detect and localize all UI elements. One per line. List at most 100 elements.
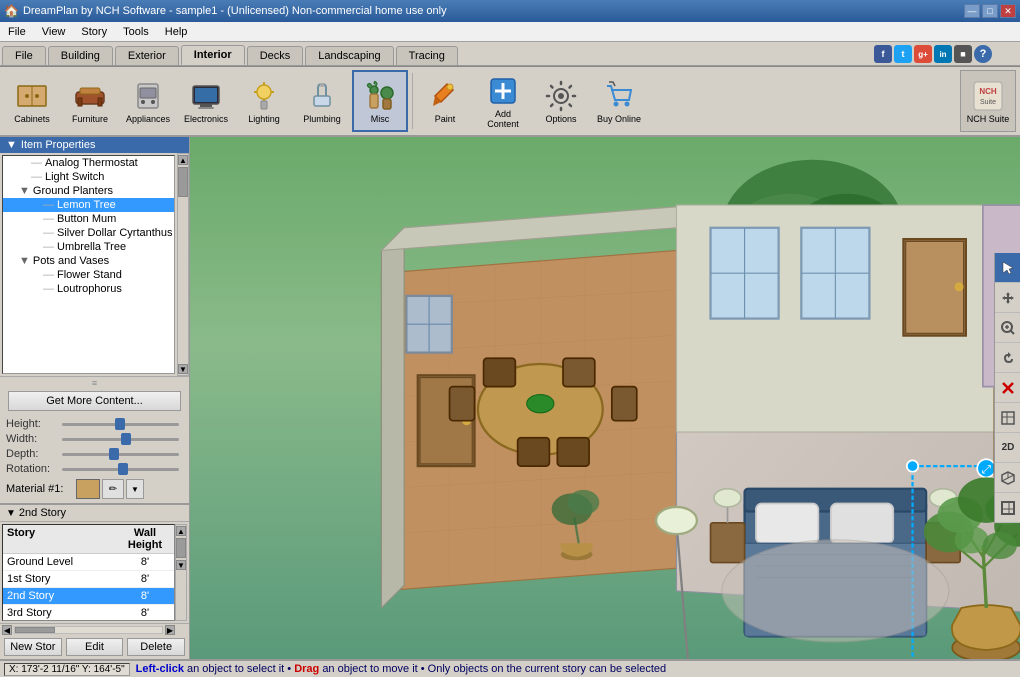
- tree-group-ground-planters[interactable]: ▼ Ground Planters: [3, 184, 174, 198]
- linkedin-button[interactable]: in: [934, 45, 952, 63]
- tree-item-umbrella-tree[interactable]: — Umbrella Tree: [3, 240, 174, 254]
- tree-item-flower-stand[interactable]: — Flower Stand: [3, 268, 174, 282]
- menu-story[interactable]: Story: [73, 22, 115, 42]
- rotation-thumb[interactable]: [118, 463, 128, 475]
- paint-button[interactable]: Paint: [417, 70, 473, 132]
- story-horiz-scroll[interactable]: ◀ ▶: [0, 623, 189, 635]
- lighting-button[interactable]: Lighting: [236, 70, 292, 132]
- plumbing-icon: [304, 78, 340, 114]
- material-dropdown-button[interactable]: ▼: [126, 479, 144, 499]
- buy-online-button[interactable]: Buy Online: [591, 70, 647, 132]
- 3d-view-button[interactable]: [995, 463, 1020, 493]
- tree-scroll-thumb[interactable]: [178, 167, 188, 197]
- help-button[interactable]: ?: [974, 45, 992, 63]
- zoom-tool-button[interactable]: [995, 313, 1020, 343]
- menu-file[interactable]: File: [0, 22, 34, 42]
- menu-view[interactable]: View: [34, 22, 74, 42]
- material-row: Material #1: ✏ ▼: [6, 479, 183, 499]
- width-slider[interactable]: [62, 438, 179, 441]
- story-scroll-thumb[interactable]: [176, 538, 186, 558]
- misc-button[interactable]: Misc: [352, 70, 408, 132]
- story-panel-collapse[interactable]: ▼: [6, 508, 16, 519]
- appliances-icon: [130, 78, 166, 114]
- cabinets-button[interactable]: Cabinets: [4, 70, 60, 132]
- height-thumb[interactable]: [115, 418, 125, 430]
- height-slider-row: Height:: [6, 418, 183, 430]
- material-edit-button[interactable]: ✏: [102, 479, 124, 499]
- google-plus-button[interactable]: g+: [914, 45, 932, 63]
- tab-bar: File Building Exterior Interior Decks La…: [0, 42, 1020, 66]
- scroll-left-button[interactable]: ◀: [2, 625, 12, 635]
- options-button[interactable]: Options: [533, 70, 589, 132]
- viewport-canvas[interactable]: ⤢: [190, 137, 1020, 659]
- depth-slider-row: Depth:: [6, 448, 183, 460]
- viewport[interactable]: ⤢: [190, 137, 1020, 659]
- nch-suite-label: NCH Suite: [967, 114, 1010, 124]
- grid-tool-button[interactable]: [995, 403, 1020, 433]
- tree-item-silver-dollar[interactable]: — Silver Dollar Cyrtanthus: [3, 226, 174, 240]
- nch-suite-button[interactable]: NCHSuite NCH Suite: [960, 70, 1016, 132]
- tab-file[interactable]: File: [2, 46, 46, 65]
- get-more-content-button[interactable]: Get More Content...: [8, 391, 181, 411]
- facebook-button[interactable]: f: [874, 45, 892, 63]
- height-label: Height:: [6, 418, 58, 430]
- item-properties-expand[interactable]: ▼: [6, 139, 17, 151]
- panel-resize-handle[interactable]: ≡: [0, 376, 189, 388]
- item-tree[interactable]: — Analog Thermostat — Light Switch ▼ Gro…: [2, 155, 175, 374]
- 2d-view-button[interactable]: 2D: [995, 433, 1020, 463]
- tree-item-loutrophorus[interactable]: — Loutrophorus: [3, 282, 174, 296]
- story-row-3rd[interactable]: 3rd Story 8': [3, 605, 174, 621]
- tab-exterior[interactable]: Exterior: [115, 46, 179, 65]
- tab-decks[interactable]: Decks: [247, 46, 304, 65]
- depth-thumb[interactable]: [109, 448, 119, 460]
- delete-tool-button[interactable]: [995, 373, 1020, 403]
- depth-slider[interactable]: [62, 453, 179, 456]
- title-bar-controls[interactable]: — □ ✕: [964, 4, 1016, 18]
- delete-story-button[interactable]: Delete: [127, 638, 185, 656]
- close-button[interactable]: ✕: [1000, 4, 1016, 18]
- electronics-button[interactable]: Electronics: [178, 70, 234, 132]
- twitter-button[interactable]: t: [894, 45, 912, 63]
- tree-item-button-mum[interactable]: — Button Mum: [3, 212, 174, 226]
- pan-tool-button[interactable]: [995, 283, 1020, 313]
- tree-container-wrapper: — Analog Thermostat — Light Switch ▼ Gro…: [0, 153, 189, 376]
- height-slider[interactable]: [62, 423, 179, 426]
- rotation-slider[interactable]: [62, 468, 179, 471]
- material-swatch[interactable]: [76, 479, 100, 499]
- tree-item-lemon-tree[interactable]: — Lemon Tree: [3, 198, 174, 212]
- item-properties-header: ▼ Item Properties: [0, 137, 189, 153]
- tree-group-pots-vases[interactable]: ▼ Pots and Vases: [3, 254, 174, 268]
- width-thumb[interactable]: [121, 433, 131, 445]
- width-slider-row: Width:: [6, 433, 183, 445]
- tab-interior[interactable]: Interior: [181, 45, 245, 65]
- select-tool-button[interactable]: [995, 253, 1020, 283]
- tab-building[interactable]: Building: [48, 46, 113, 65]
- story-row-2nd[interactable]: 2nd Story 8': [3, 588, 174, 605]
- drag-instruction: Drag: [294, 663, 319, 675]
- minimize-button[interactable]: —: [964, 4, 980, 18]
- tab-landscaping[interactable]: Landscaping: [305, 46, 393, 65]
- menu-help[interactable]: Help: [157, 22, 196, 42]
- edit-story-button[interactable]: Edit: [66, 638, 124, 656]
- tab-tracing[interactable]: Tracing: [396, 46, 458, 65]
- tree-item-lightswitch[interactable]: — Light Switch: [3, 170, 174, 184]
- menu-tools[interactable]: Tools: [115, 22, 157, 42]
- share-button[interactable]: ■: [954, 45, 972, 63]
- horiz-scroll-thumb[interactable]: [15, 627, 55, 633]
- add-content-button[interactable]: Add Content: [475, 70, 531, 132]
- maximize-button[interactable]: □: [982, 4, 998, 18]
- story-scrollbar[interactable]: ▲ ▼: [175, 524, 187, 621]
- add-content-label: Add Content: [478, 109, 528, 129]
- rotation-slider-row: Rotation:: [6, 463, 183, 475]
- furniture-button[interactable]: Furniture: [62, 70, 118, 132]
- tree-scrollbar[interactable]: ▲ ▼: [177, 153, 189, 376]
- tree-item-thermostat[interactable]: — Analog Thermostat: [3, 156, 174, 170]
- new-story-button[interactable]: New Stor: [4, 638, 62, 656]
- floorplan-view-button[interactable]: [995, 493, 1020, 523]
- rotate-tool-button[interactable]: [995, 343, 1020, 373]
- story-row-1st[interactable]: 1st Story 8': [3, 571, 174, 588]
- scroll-right-button[interactable]: ▶: [165, 625, 175, 635]
- appliances-button[interactable]: Appliances: [120, 70, 176, 132]
- story-row-ground[interactable]: Ground Level 8': [3, 554, 174, 571]
- plumbing-button[interactable]: Plumbing: [294, 70, 350, 132]
